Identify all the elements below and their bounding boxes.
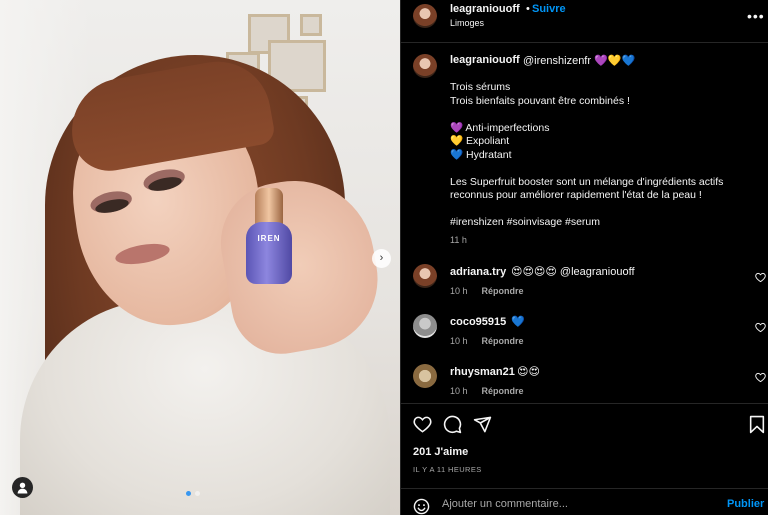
caption-text: Trois sérums Trois bienfaits pouvant êtr… — [450, 81, 755, 230]
publish-button[interactable]: Publier — [727, 498, 764, 510]
more-options-icon[interactable]: ••• — [747, 8, 765, 24]
caption-gap — [450, 203, 755, 217]
likes-count[interactable]: 201 J'aime — [413, 446, 468, 458]
post-details-panel: leagraniouoff • Suivre Limoges ••• leagr… — [400, 0, 768, 515]
avatar[interactable] — [413, 264, 437, 288]
post-actions: 201 J'aime IL Y A 11 HEURES Publier — [401, 403, 768, 515]
post-location[interactable]: Limoges — [450, 18, 484, 28]
comment-text: 💙 — [511, 316, 525, 328]
wall-frame — [300, 14, 322, 36]
like-comment-icon[interactable] — [755, 272, 766, 283]
caption-line: Trois sérums — [450, 81, 511, 93]
carousel-dot — [186, 491, 191, 496]
next-image-button[interactable]: › — [372, 249, 391, 268]
comment-text: 😍😍 — [517, 366, 540, 378]
post-username[interactable]: leagraniouoff — [450, 3, 520, 15]
caption-timestamp: 11 h — [450, 235, 467, 245]
comment-input[interactable] — [442, 498, 712, 510]
tagged-users-button[interactable] — [12, 477, 33, 498]
caption-hashtags[interactable]: #irenshizen #soinvisage #serum — [450, 216, 755, 230]
post-timestamp: IL Y A 11 HEURES — [413, 465, 482, 474]
like-comment-icon[interactable] — [755, 372, 766, 383]
reply-button[interactable]: Répondre — [482, 386, 524, 396]
like-icon[interactable] — [413, 415, 432, 434]
avatar[interactable] — [413, 4, 437, 28]
comment-meta: 10 h Répondre — [450, 386, 524, 396]
comment-icon[interactable] — [443, 415, 462, 434]
share-icon[interactable] — [473, 415, 492, 434]
comment-item: rhuysman21 😍😍 10 h Répondre — [401, 362, 768, 402]
caption-line: 💜 Anti-imperfections — [450, 121, 550, 134]
caption-line: Les Superfruit booster sont un mélange d… — [450, 175, 724, 188]
caption-line: Trois bienfaits pouvant être combinés ! — [450, 94, 630, 107]
bottle-brand: IREN — [257, 234, 281, 243]
post-photo[interactable]: IREN › — [0, 0, 400, 515]
avatar[interactable] — [413, 314, 437, 338]
comment-text: 😍😍😍😍 @leagraniouoff — [511, 266, 635, 278]
bookmark-icon[interactable] — [749, 415, 765, 434]
comment-username[interactable]: coco95915 — [450, 316, 506, 328]
carousel-indicator — [186, 491, 200, 496]
user-icon — [17, 482, 28, 494]
caption-gap — [450, 108, 755, 122]
caption-line: reconnus pour améliorer rapidement l'éta… — [450, 189, 702, 201]
comment-item: adriana.try 😍😍😍😍 @leagraniouoff 10 h Répo… — [401, 262, 768, 302]
comment-meta: 10 h Répondre — [450, 286, 524, 296]
avatar[interactable] — [413, 364, 437, 388]
serum-bottle: IREN — [246, 188, 292, 286]
comment-time: 10 h — [450, 386, 468, 396]
caption-line: 💙 Hydratant — [450, 148, 512, 161]
emoji-icon[interactable] — [413, 498, 430, 515]
comment-item: coco95915 💙 10 h Répondre — [401, 312, 768, 352]
comment-username[interactable]: adriana.try — [450, 266, 506, 278]
like-comment-icon[interactable] — [755, 322, 766, 333]
caption-mention[interactable]: @irenshizenfr 💜💛💙 — [523, 54, 635, 67]
reply-button[interactable]: Répondre — [482, 286, 524, 296]
caption-line: 💛 Expoliant — [450, 135, 510, 147]
caption-username[interactable]: leagraniouoff — [450, 54, 520, 66]
comment-time: 10 h — [450, 286, 468, 296]
carousel-dot — [195, 491, 200, 496]
bottle-cap — [255, 188, 283, 226]
avatar[interactable] — [413, 54, 437, 78]
caption-gap — [450, 162, 755, 176]
comment-time: 10 h — [450, 336, 468, 346]
bottle-body — [246, 222, 292, 284]
add-comment-bar: Publier — [401, 488, 768, 515]
separator: • — [526, 3, 530, 15]
comment-meta: 10 h Répondre — [450, 336, 524, 346]
reply-button[interactable]: Répondre — [482, 336, 524, 346]
follow-button[interactable]: Suivre — [532, 3, 566, 15]
comment-username[interactable]: rhuysman21 — [450, 366, 515, 378]
post-header: leagraniouoff • Suivre Limoges ••• — [401, 0, 768, 43]
